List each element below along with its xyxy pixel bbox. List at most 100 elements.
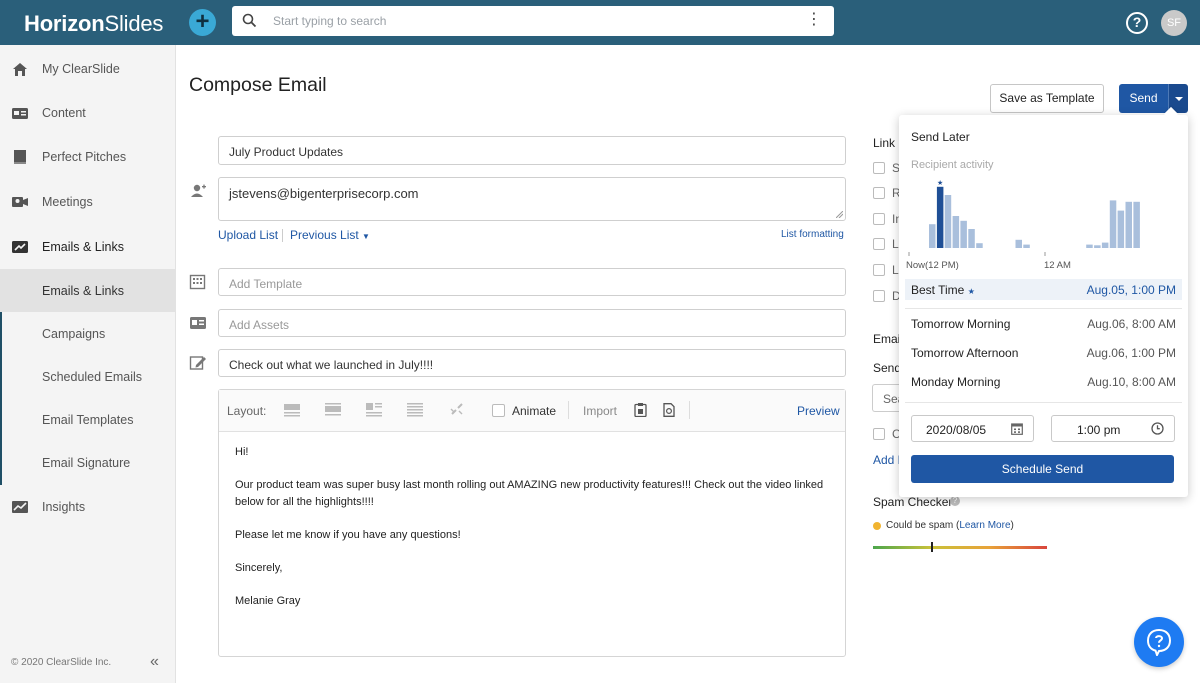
sidebar-item-my-clearslide[interactable]: My ClearSlide	[0, 47, 175, 91]
activity-bar	[1023, 244, 1030, 248]
top-bar: HorizonSlides + ⋮ ? SF	[0, 0, 1200, 45]
import-label: Import	[583, 404, 618, 418]
animate-checkbox[interactable]	[492, 404, 505, 417]
save-as-template-button[interactable]: Save as Template	[990, 84, 1104, 113]
chevron-down-icon: ▼	[362, 232, 370, 241]
meetings-icon	[12, 197, 28, 207]
email-body-text[interactable]: Hi! Our product team was super busy last…	[235, 444, 825, 626]
axis-12am-label: 12 AM	[1044, 260, 1071, 271]
sidebar-item-meetings[interactable]: Meetings	[0, 180, 175, 224]
sidebar-subitem-email-signature[interactable]: Email Signature	[0, 441, 175, 484]
collapse-sidebar-icon[interactable]: «	[150, 653, 159, 671]
option-checkbox[interactable]	[873, 428, 885, 440]
assets-field[interactable]: Add Assets	[218, 309, 846, 337]
send-from-label: Send	[873, 361, 902, 375]
link-option-checkbox[interactable]	[873, 162, 885, 174]
activity-bar	[952, 216, 960, 248]
activity-bar	[976, 243, 983, 248]
learn-more-link[interactable]: Learn More	[959, 520, 1010, 531]
more-options-icon[interactable]: ⋮	[806, 11, 822, 29]
recipient-activity-label: Recipient activity	[911, 159, 994, 171]
home-icon	[13, 63, 27, 76]
sidebar-subitem-scheduled-emails[interactable]: Scheduled Emails	[0, 355, 175, 398]
avatar[interactable]: SF	[1161, 10, 1187, 36]
sidebar-item-content[interactable]: Content	[0, 91, 175, 135]
activity-bar-best	[936, 186, 944, 248]
editor-toolbar: Layout: Animate Import Preview	[219, 390, 845, 432]
sidebar-subitem-email-templates[interactable]: Email Templates	[0, 398, 175, 441]
layout-label: Layout:	[227, 404, 267, 418]
subject-field[interactable]: July Product Updates	[218, 136, 846, 165]
link-option-checkbox[interactable]	[873, 290, 885, 302]
schedule-send-button[interactable]: Schedule Send	[911, 455, 1174, 483]
send-later-title: Send Later	[911, 130, 970, 144]
help-icon[interactable]: ?	[950, 496, 960, 506]
activity-bar	[1125, 201, 1132, 248]
animate-label: Animate	[512, 404, 557, 418]
email-body-editor[interactable]: Layout: Animate Import Preview Hi! Our p…	[218, 389, 846, 657]
upload-list-link[interactable]: Upload List	[218, 228, 278, 242]
layout-side-icon[interactable]	[366, 403, 382, 417]
content-icon	[12, 108, 28, 119]
activity-bar	[1109, 200, 1117, 248]
clipboard-icon[interactable]	[633, 403, 649, 417]
search-bar: ⋮	[232, 6, 834, 36]
date-picker-field[interactable]: 2020/08/05	[911, 415, 1034, 442]
spam-score-bar	[873, 546, 1047, 549]
search-icon	[242, 13, 257, 28]
best-time-star-icon: ★	[937, 179, 943, 187]
sidebar-item-perfect-pitches[interactable]: Perfect Pitches	[0, 135, 175, 179]
headline-field[interactable]: Check out what we launched in July!!!!	[218, 349, 846, 377]
activity-bar	[1086, 244, 1093, 248]
sidebar-item-emails-links[interactable]: Emails & Links	[0, 225, 175, 269]
help-chat-button[interactable]	[1134, 617, 1184, 667]
layout-banner-icon[interactable]	[325, 403, 341, 417]
toolbar-divider	[568, 401, 569, 419]
search-input[interactable]	[273, 11, 793, 31]
link-option-checkbox[interactable]	[873, 187, 885, 199]
activity-bar	[1094, 245, 1101, 248]
layout-text-icon[interactable]	[407, 403, 423, 417]
list-formatting-link[interactable]: List formatting	[781, 229, 844, 240]
sidebar-subitem-emails-links[interactable]: Emails & Links	[0, 269, 175, 312]
edit-icon	[189, 356, 206, 370]
help-icon[interactable]: ?	[1126, 12, 1148, 34]
link-option-checkbox[interactable]	[873, 264, 885, 276]
email-options-heading: Emai	[873, 332, 901, 346]
insights-icon	[12, 501, 28, 513]
layout-full-icon[interactable]	[284, 403, 300, 417]
time-picker-field[interactable]: 1:00 pm	[1051, 415, 1175, 442]
import-file-icon[interactable]	[661, 403, 677, 417]
chat-help-icon	[1146, 628, 1172, 656]
template-field[interactable]: Add Template	[218, 268, 846, 296]
recipient-field[interactable]: jstevens@bigenterprisecorp.com	[218, 177, 846, 221]
link-option-checkbox[interactable]	[873, 213, 885, 225]
sidebar: My ClearSlide Content Perfect Pitches Me…	[0, 45, 176, 683]
page-title: Compose Email	[189, 74, 327, 96]
activity-bar	[1117, 210, 1125, 248]
toolbar-divider	[689, 401, 690, 419]
best-time-option[interactable]: Best Time ★ Aug.05, 1:00 PM	[905, 279, 1182, 300]
monday-morning-option[interactable]: Monday Morning Aug.10, 8:00 AM	[899, 374, 1188, 394]
activity-bar	[960, 220, 967, 248]
previous-list-dropdown[interactable]: Previous List ▼	[290, 228, 370, 242]
sidebar-subitem-campaigns[interactable]: Campaigns	[0, 312, 175, 355]
link-divider	[282, 229, 283, 242]
create-new-button[interactable]: +	[189, 9, 216, 36]
resize-handle-icon[interactable]	[836, 211, 843, 218]
brand-logo[interactable]: HorizonSlides	[24, 11, 163, 37]
send-button[interactable]: Send	[1119, 84, 1168, 113]
activity-bar	[968, 229, 975, 248]
activity-bar	[1133, 201, 1140, 248]
clock-icon[interactable]	[1151, 422, 1164, 435]
sidebar-item-insights[interactable]: Insights	[0, 485, 175, 529]
preview-link[interactable]: Preview	[797, 404, 840, 418]
tomorrow-afternoon-option[interactable]: Tomorrow Afternoon Aug.06, 1:00 PM	[899, 345, 1188, 365]
tomorrow-morning-option[interactable]: Tomorrow Morning Aug.06, 8:00 AM	[899, 316, 1188, 336]
link-option-checkbox[interactable]	[873, 238, 885, 250]
activity-bar	[1101, 242, 1109, 248]
divider	[905, 402, 1182, 403]
unlink-icon[interactable]	[449, 403, 465, 417]
calendar-icon[interactable]	[1011, 422, 1023, 435]
star-icon: ★	[967, 287, 975, 296]
